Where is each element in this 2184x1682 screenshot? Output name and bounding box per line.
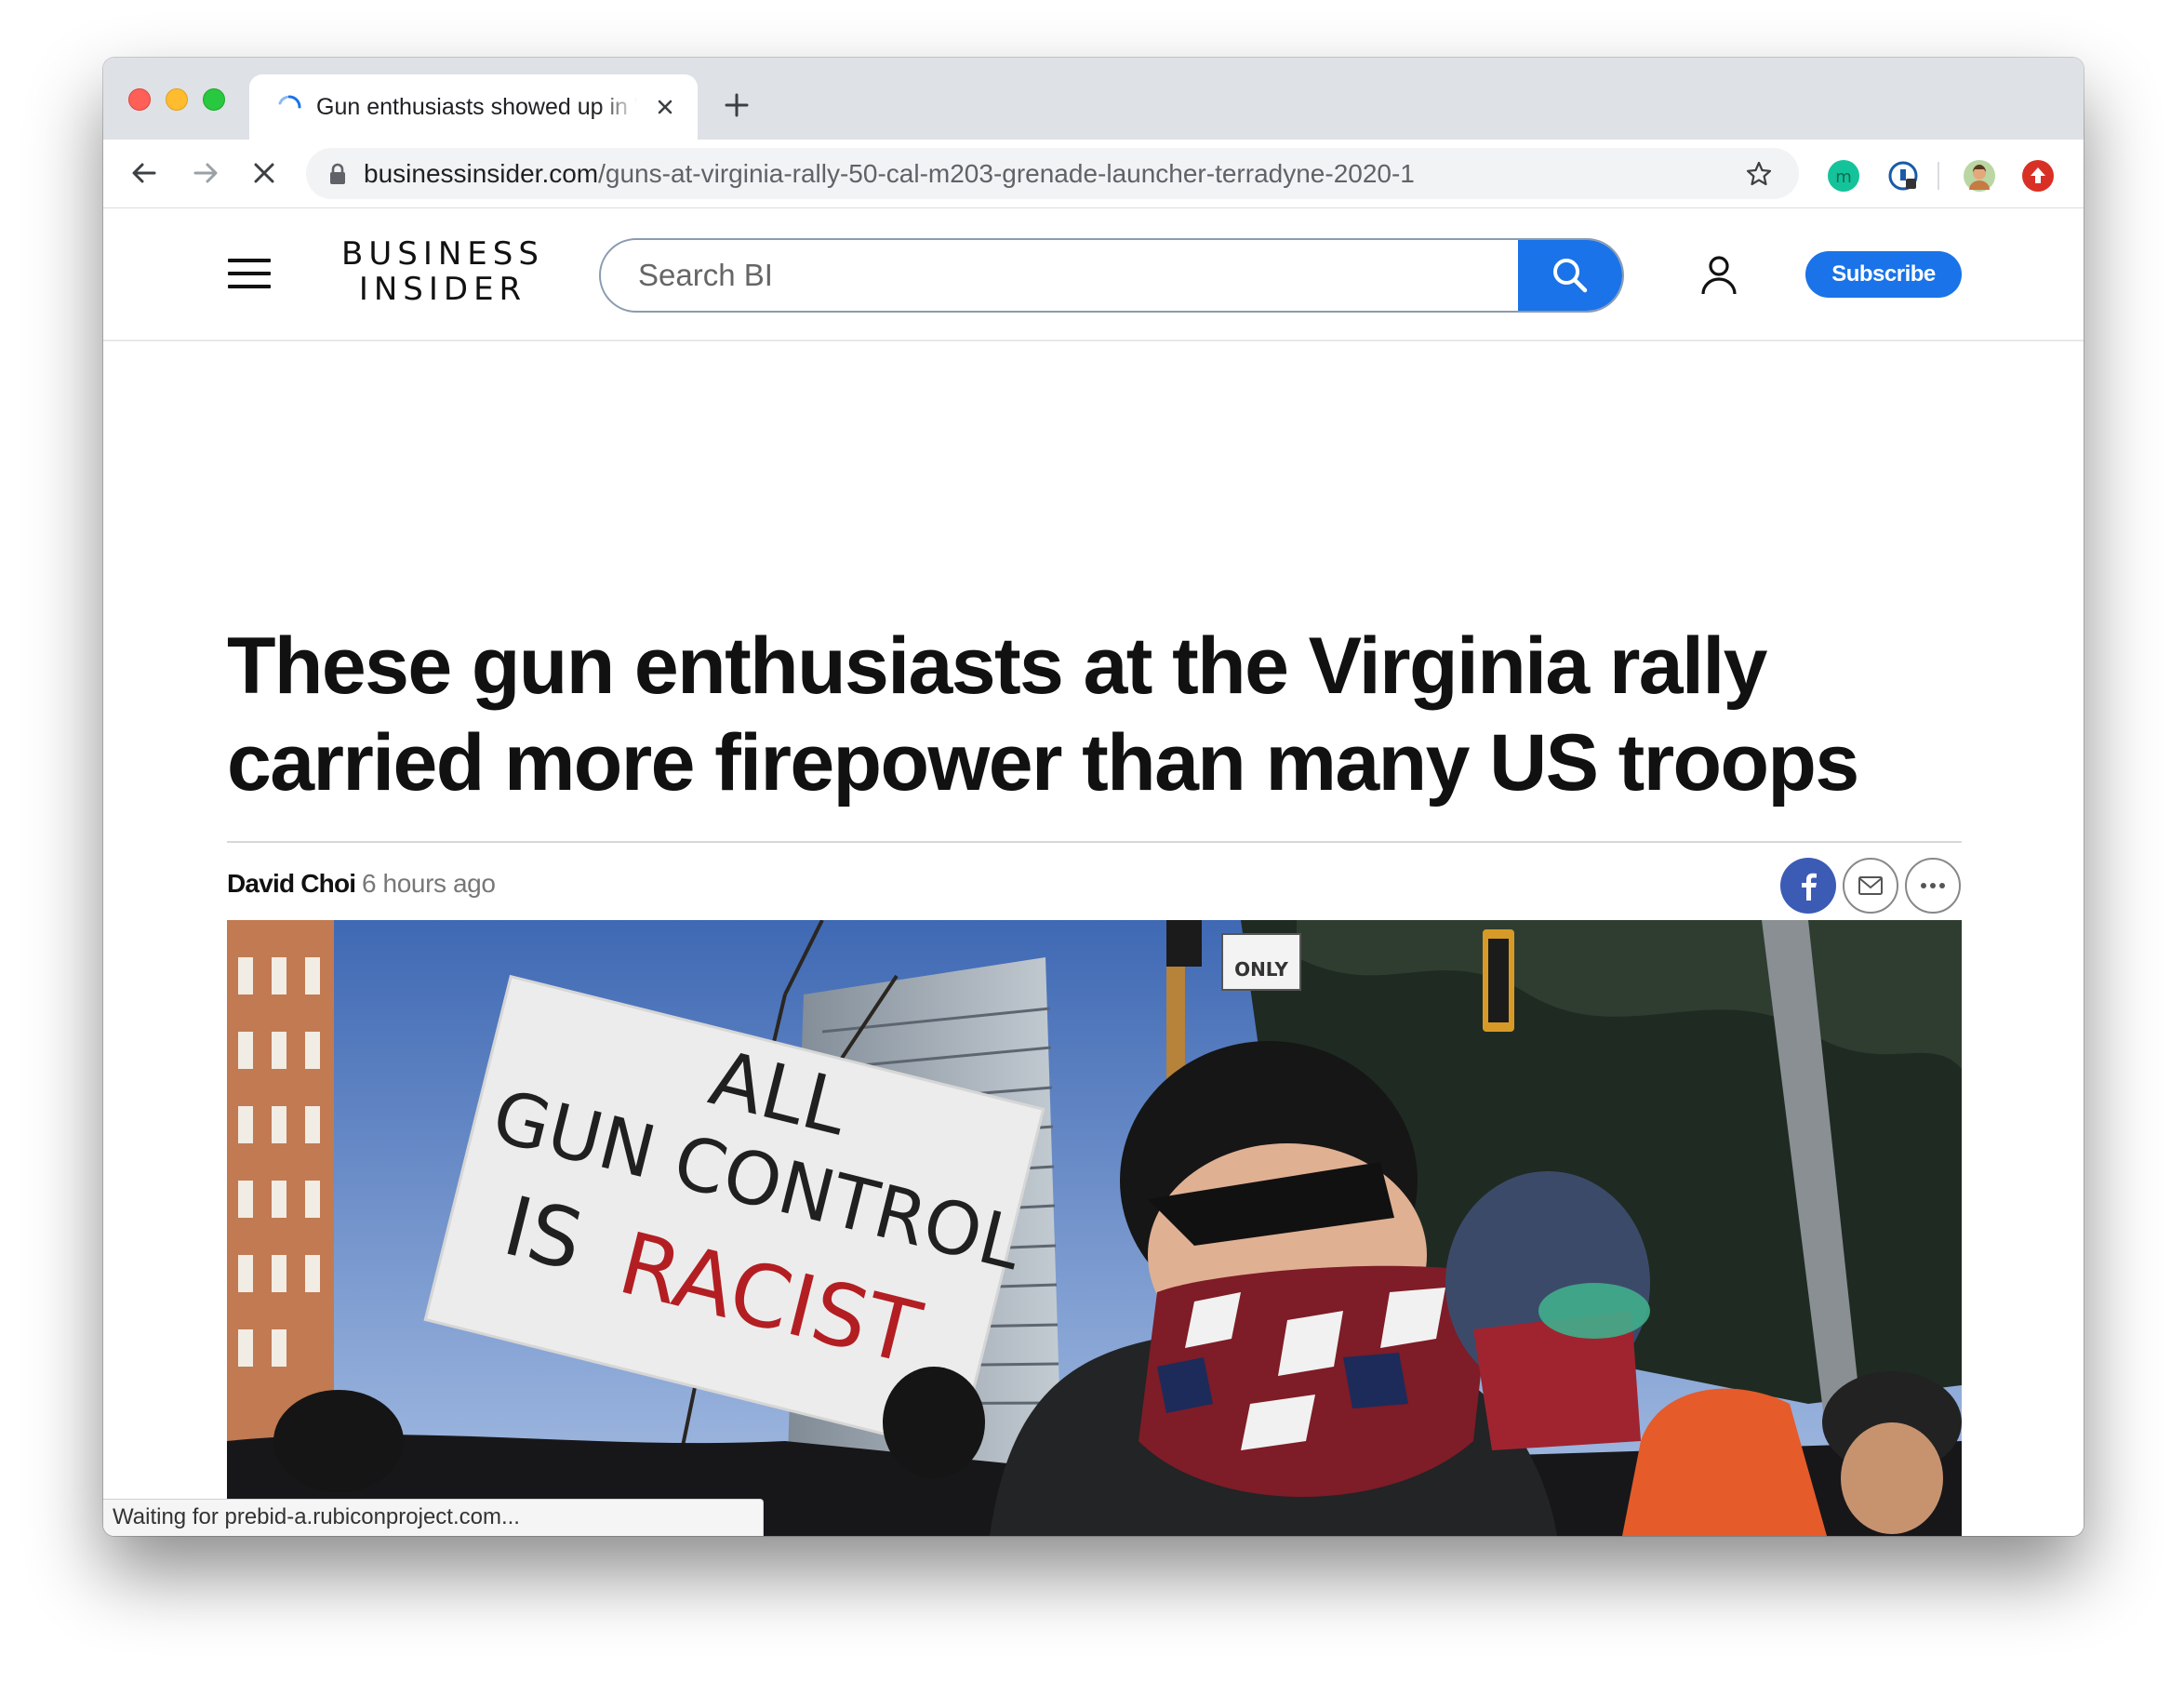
- loading-spinner-icon: [278, 95, 301, 109]
- password-manager-icon[interactable]: [1887, 160, 1919, 192]
- status-bar: Waiting for prebid-a.rubiconproject.com.…: [103, 1499, 764, 1536]
- facebook-icon: [1802, 873, 1817, 901]
- article-headline: These gun enthusiasts at the Virginia ra…: [227, 618, 1994, 811]
- close-window-button[interactable]: [128, 88, 151, 111]
- rally-photo: ONLY ALL GUN CONTROL IS RACIST: [227, 920, 1962, 1536]
- toolbar-divider: [1938, 162, 1939, 190]
- url-text[interactable]: businessinsider.com/guns-at-virginia-ral…: [364, 148, 1415, 199]
- headline-line-1: These gun enthusiasts at the Virginia ra…: [227, 621, 1767, 711]
- search-button[interactable]: [1518, 240, 1622, 311]
- search-bar: [599, 238, 1624, 313]
- grammarly-icon[interactable]: m: [1828, 160, 1859, 192]
- url-path: /guns-at-virginia-rally-50-cal-m203-gren…: [598, 159, 1415, 188]
- profile-avatar-icon[interactable]: [1964, 160, 1995, 192]
- url-host: businessinsider.com: [364, 159, 599, 188]
- author-name[interactable]: David Choi: [227, 869, 356, 899]
- minimize-window-button[interactable]: [166, 88, 188, 111]
- mail-icon: [1858, 876, 1883, 895]
- street-sign-text: ONLY: [1234, 958, 1288, 981]
- lock-icon[interactable]: [328, 163, 347, 185]
- share-facebook-button[interactable]: [1780, 858, 1836, 914]
- stop-loading-icon[interactable]: [247, 156, 281, 190]
- tab-title: Gun enthusiasts showed up in Virginia: [316, 94, 637, 120]
- headline-line-2: carried more firepower than many US troo…: [227, 718, 1859, 808]
- tab-strip: Gun enthusiasts showed up in Virginia: [103, 58, 2084, 140]
- site-header: BUSINESS INSIDER Subscribe: [103, 208, 2084, 341]
- publish-time: 6 hours ago: [362, 869, 496, 898]
- ext-update-icon[interactable]: [2022, 160, 2054, 192]
- bookmark-star-icon[interactable]: [1744, 159, 1774, 189]
- hero-image: ONLY ALL GUN CONTROL IS RACIST: [227, 920, 1962, 1536]
- close-tab-icon[interactable]: [651, 93, 679, 121]
- share-more-button[interactable]: [1905, 858, 1961, 914]
- back-arrow-icon[interactable]: [127, 156, 161, 190]
- share-email-button[interactable]: [1843, 858, 1898, 914]
- svg-text:m: m: [1835, 167, 1852, 187]
- page-content: BUSINESS INSIDER Subscribe These gun ent…: [103, 208, 2084, 1536]
- byline-divider: [227, 841, 1962, 843]
- more-icon: [1921, 883, 1945, 888]
- search-input[interactable]: [601, 240, 1518, 311]
- subscribe-button[interactable]: Subscribe: [1805, 251, 1962, 298]
- forward-arrow-icon[interactable]: [189, 156, 222, 190]
- account-icon[interactable]: [1700, 255, 1738, 296]
- fullscreen-window-button[interactable]: [203, 88, 225, 111]
- logo-line-1: BUSINESS: [341, 235, 544, 273]
- search-icon: [1553, 259, 1588, 293]
- address-bar[interactable]: businessinsider.com/guns-at-virginia-ral…: [306, 148, 1799, 199]
- active-tab[interactable]: Gun enthusiasts showed up in Virginia: [249, 74, 698, 140]
- menu-icon[interactable]: [228, 259, 271, 288]
- new-tab-icon[interactable]: [723, 91, 751, 119]
- browser-toolbar: businessinsider.com/guns-at-virginia-ral…: [103, 140, 2084, 208]
- site-logo[interactable]: BUSINESS INSIDER: [340, 236, 545, 307]
- browser-window: Gun enthusiasts showed up in Virginia bu…: [103, 58, 2084, 1536]
- logo-line-2: INSIDER: [358, 271, 527, 308]
